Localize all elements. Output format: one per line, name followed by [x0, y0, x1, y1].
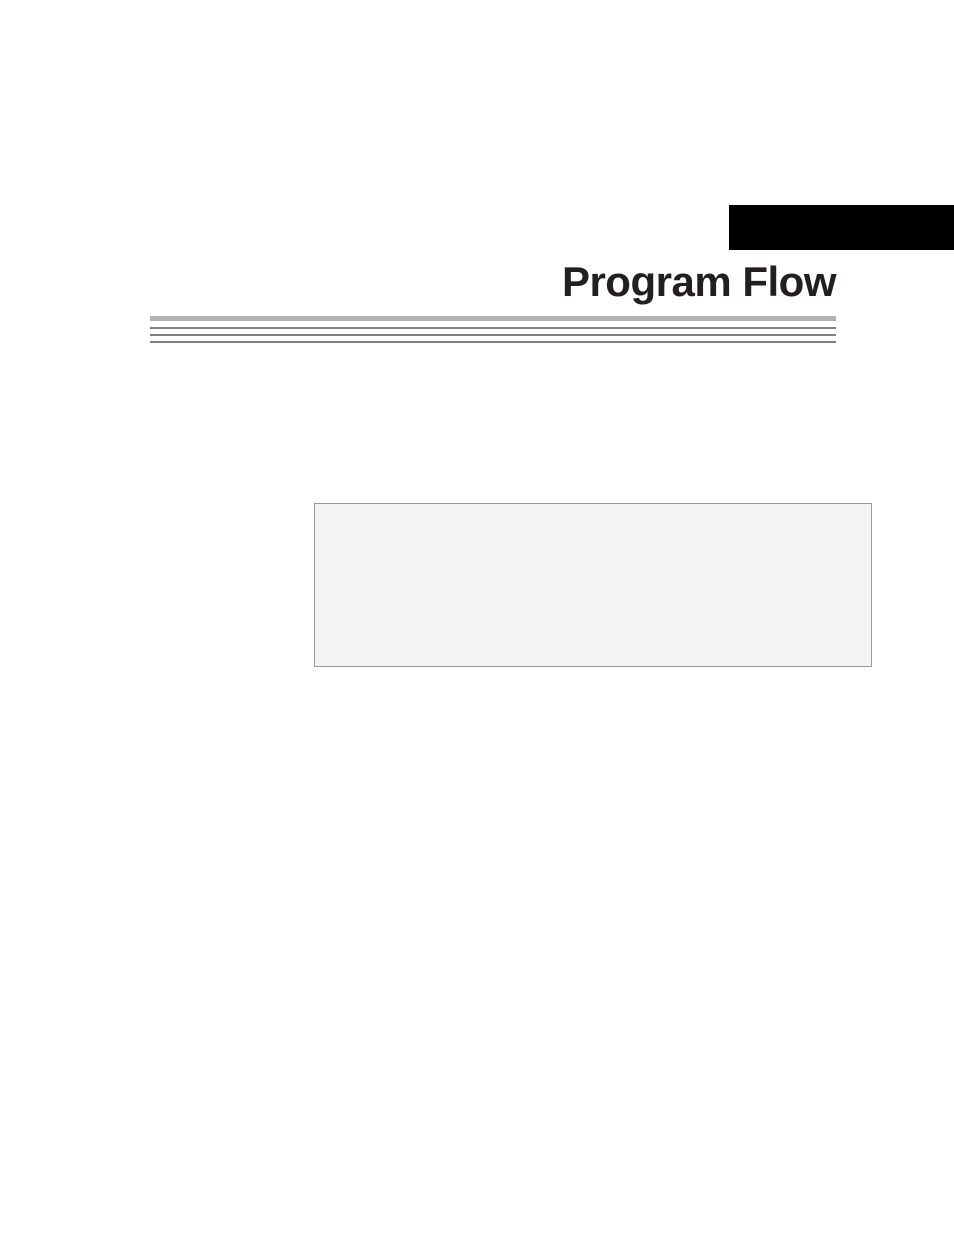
- list-item: [353, 528, 853, 549]
- chapter-tab: [729, 205, 954, 250]
- page-root: Program Flow: [0, 0, 954, 1235]
- rule-bar: [150, 334, 836, 336]
- chapter-title: Program Flow: [562, 258, 836, 306]
- rule-bar: [150, 327, 836, 329]
- box-list: [333, 528, 853, 611]
- list-item: [353, 549, 853, 570]
- title-rules: [150, 316, 836, 349]
- rule-bar: [150, 316, 836, 321]
- list-item: [353, 570, 853, 591]
- in-this-chapter-box: [314, 503, 872, 667]
- list-item: [353, 590, 853, 611]
- rule-bar: [150, 341, 836, 343]
